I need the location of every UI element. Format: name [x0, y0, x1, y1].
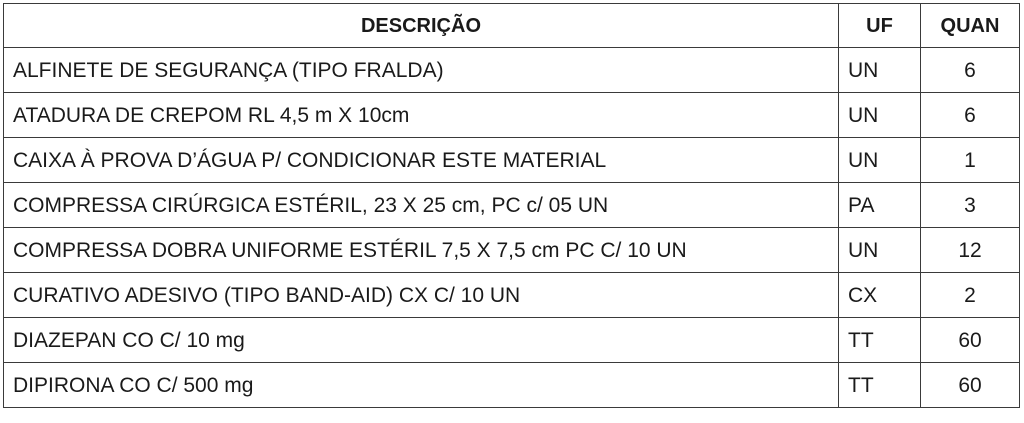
cell-description: ATADURA DE CREPOM RL 4,5 m X 10cm [3, 92, 839, 138]
cell-description: DIAZEPAN CO C/ 10 mg [3, 317, 839, 363]
cell-quantity: 60 [920, 317, 1020, 363]
table-header: DESCRIÇÃO UF QUAN [3, 3, 1020, 48]
header-description: DESCRIÇÃO [3, 3, 839, 48]
cell-unit: UN [838, 92, 921, 138]
cell-quantity: 1 [920, 137, 1020, 183]
cell-description: COMPRESSA CIRÚRGICA ESTÉRIL, 23 X 25 cm,… [3, 182, 839, 228]
cell-unit: UN [838, 47, 921, 93]
table-row: COMPRESSA DOBRA UNIFORME ESTÉRIL 7,5 X 7… [3, 227, 1020, 273]
table-row: DIPIRONA CO C/ 500 mg TT 60 [3, 362, 1020, 408]
header-row: DESCRIÇÃO UF QUAN [3, 3, 1020, 48]
table-row: ALFINETE DE SEGURANÇA (TIPO FRALDA) UN 6 [3, 47, 1020, 93]
cell-unit: UN [838, 137, 921, 183]
materials-table-container: DESCRIÇÃO UF QUAN ALFINETE DE SEGURANÇA … [3, 3, 1020, 408]
cell-quantity: 3 [920, 182, 1020, 228]
cell-quantity: 6 [920, 47, 1020, 93]
cell-unit: TT [838, 317, 921, 363]
cell-description: CAIXA À PROVA D’ÁGUA P/ CONDICIONAR ESTE… [3, 137, 839, 183]
cell-quantity: 60 [920, 362, 1020, 408]
cell-description: COMPRESSA DOBRA UNIFORME ESTÉRIL 7,5 X 7… [3, 227, 839, 273]
cell-quantity: 2 [920, 272, 1020, 318]
cell-unit: UN [838, 227, 921, 273]
cell-unit: TT [838, 362, 921, 408]
table-row: CURATIVO ADESIVO (TIPO BAND-AID) CX C/ 1… [3, 272, 1020, 318]
cell-quantity: 12 [920, 227, 1020, 273]
header-quantity: QUAN [920, 3, 1020, 48]
table-row: CAIXA À PROVA D’ÁGUA P/ CONDICIONAR ESTE… [3, 137, 1020, 183]
table-body: ALFINETE DE SEGURANÇA (TIPO FRALDA) UN 6… [3, 47, 1020, 408]
cell-quantity: 6 [920, 92, 1020, 138]
cell-description: CURATIVO ADESIVO (TIPO BAND-AID) CX C/ 1… [3, 272, 839, 318]
cell-description: DIPIRONA CO C/ 500 mg [3, 362, 839, 408]
cell-unit: PA [838, 182, 921, 228]
table-row: DIAZEPAN CO C/ 10 mg TT 60 [3, 317, 1020, 363]
table-row: COMPRESSA CIRÚRGICA ESTÉRIL, 23 X 25 cm,… [3, 182, 1020, 228]
materials-table: DESCRIÇÃO UF QUAN ALFINETE DE SEGURANÇA … [3, 3, 1020, 408]
header-unit: UF [838, 3, 921, 48]
cell-description: ALFINETE DE SEGURANÇA (TIPO FRALDA) [3, 47, 839, 93]
cell-unit: CX [838, 272, 921, 318]
table-row: ATADURA DE CREPOM RL 4,5 m X 10cm UN 6 [3, 92, 1020, 138]
